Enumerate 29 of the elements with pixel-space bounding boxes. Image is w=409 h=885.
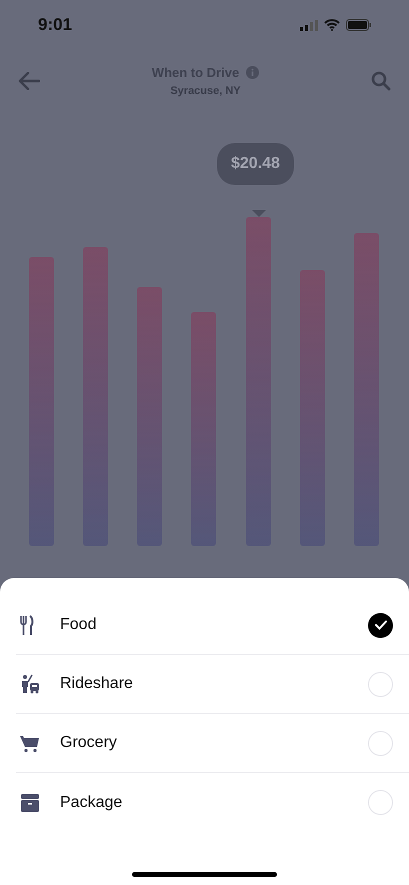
radio-button[interactable] <box>368 730 393 756</box>
battery-icon <box>346 19 371 31</box>
option-label[interactable]: Food <box>60 613 368 637</box>
option-label[interactable]: Grocery <box>60 731 368 755</box>
chart-bar[interactable] <box>29 257 54 546</box>
chart-bar[interactable] <box>83 247 108 546</box>
chart-bar[interactable] <box>354 233 379 546</box>
signal-icon <box>300 20 318 30</box>
chart-bar[interactable] <box>246 217 271 546</box>
chart-bar[interactable] <box>137 287 162 546</box>
radio-button[interactable] <box>368 672 393 696</box>
earnings-tooltip: $20.48 <box>217 143 294 185</box>
search-icon[interactable] <box>371 71 391 91</box>
back-arrow-icon[interactable] <box>18 72 40 90</box>
status-time: 9:01 <box>38 14 72 36</box>
chart-bar[interactable] <box>191 312 216 546</box>
option-label[interactable]: Rideshare <box>60 672 368 696</box>
chart-bar[interactable] <box>300 270 325 546</box>
box-icon <box>20 794 40 812</box>
info-icon[interactable] <box>246 66 260 80</box>
radio-button[interactable] <box>368 612 393 638</box>
person-car-icon <box>20 674 40 694</box>
checkmark-icon <box>374 620 386 630</box>
option-label[interactable]: Package <box>60 790 368 814</box>
fork-knife-icon <box>20 615 34 635</box>
wifi-icon <box>324 19 340 31</box>
radio-button[interactable] <box>368 790 393 815</box>
cart-icon <box>20 733 40 753</box>
tooltip-pointer <box>252 210 266 217</box>
